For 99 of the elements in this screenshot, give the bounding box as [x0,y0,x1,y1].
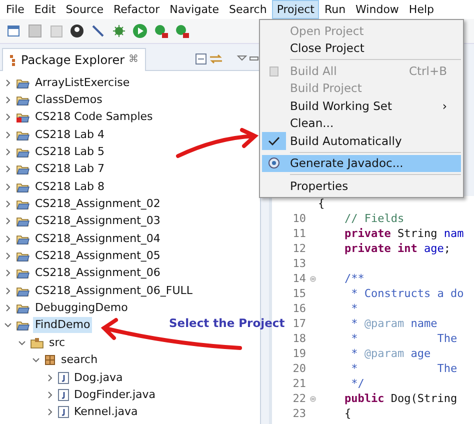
project-folder-icon [16,146,30,158]
line-number: 10 [292,212,306,225]
code-line: * @param name [350,317,438,330]
tree-item[interactable]: CS218 Lab 4 [33,126,107,143]
tree-item[interactable]: CS218_Assignment_06 [33,265,162,282]
tree-item[interactable]: ArrayListExercise [33,74,132,91]
menu-item[interactable]: Build Automatically [262,132,461,150]
stop-config-icon[interactable] [174,23,190,39]
tree-item[interactable]: CS218_Assignment_03 [33,213,162,230]
tree-item[interactable]: CS218_Assignment_04 [33,230,162,247]
code-line: * @param age [350,347,431,360]
tree-item[interactable]: CS218 Code Samples [33,109,155,126]
project-folder-icon [16,284,30,297]
line-number: 17 [292,317,306,330]
code-line: // Fields [343,212,404,225]
code-line: private int age; [343,242,450,255]
menu-item[interactable]: File [1,0,30,19]
annotation-text: Select the Project [169,316,285,330]
tree-item[interactable]: CS218 Lab 7 [33,161,107,178]
menu-item[interactable]: Run [319,0,351,19]
code-line: public Dog(String [343,392,458,405]
project-error-icon [16,111,30,124]
code-line: * Constructs a do [350,287,464,300]
tree-item[interactable]: DebuggingDemo [33,300,130,316]
line-number: 12 [292,242,306,255]
project-folder-icon [16,128,30,141]
checkmark-icon [268,136,280,146]
code-line: private String nam [343,227,464,240]
javadoc-icon [268,157,280,170]
tree-item[interactable]: CS218_Assignment_05 [33,248,162,264]
menu-item[interactable]: Window [350,0,404,19]
menu-item[interactable]: Refactor [108,0,165,19]
project-folder-icon [16,267,30,280]
line-number: 16 [292,302,306,315]
close-view-icon[interactable]: ⌘ [128,54,139,65]
source-folder-icon [30,336,44,349]
debug-icon[interactable] [111,23,127,39]
new-window-icon[interactable] [6,23,22,39]
tree-item[interactable]: src [47,334,68,351]
pin-icon[interactable] [90,23,106,39]
code-line: /** [343,272,364,285]
tree-item[interactable]: CS218_Assignment_06_FULL [33,282,195,299]
project-folder-icon [16,232,30,245]
menu-item[interactable]: Project [272,0,320,19]
line-number: 15 [292,287,306,300]
menu-item[interactable]: Close Project [262,40,461,57]
project-folder-icon [16,215,30,228]
tree-item[interactable]: Kennel.java [72,404,140,420]
tree-item[interactable]: CS218 Lab 8 [33,178,107,195]
menu-item[interactable]: Search [224,0,272,19]
menu-item[interactable]: Build Working Set › [262,97,461,114]
view-title: Package Explorer [21,52,125,66]
tree-item[interactable]: CS218 Lab 5 [33,144,107,160]
code-line: { [318,197,325,210]
menu-item[interactable]: Properties [262,177,461,194]
run-config-icon[interactable] [153,23,169,39]
project-folder-icon [16,180,30,193]
line-number: 20 [292,362,306,375]
line-number: 23 [292,407,306,420]
project-folder-icon [16,94,30,106]
line-number: 14 [292,272,306,285]
tree-item[interactable]: DogFinder.java [72,386,158,403]
project-folder-icon [16,302,30,314]
package-explorer-icon [9,54,17,66]
project-folder-icon [16,198,30,210]
menu-item[interactable]: Generate Javadoc... [262,154,461,172]
package-icon [44,354,56,366]
project-folder-icon [16,250,30,262]
tree-item[interactable]: Dog.java [72,370,125,386]
code-line: { [343,407,352,420]
code-line: * The [350,362,458,375]
project-folder-icon [16,76,30,89]
run-icon[interactable] [132,23,148,39]
menu-item[interactable]: Source [60,0,109,19]
java-file-icon [58,372,69,384]
menu-item[interactable]: Edit [29,0,61,19]
line-number: 19 [292,347,306,360]
java-file-icon [58,388,69,401]
menu-item[interactable]: Navigate [164,0,224,19]
build-icon [268,64,280,77]
code-line: * [350,302,358,315]
user-icon[interactable] [69,23,85,39]
java-file-icon [58,406,69,418]
collapse-all-icon[interactable] [194,51,208,67]
project-folder-icon [16,319,30,332]
tree-item[interactable]: ClassDemos [33,92,104,108]
menu-item[interactable]: Help [404,0,439,19]
line-number: 21 [292,377,306,390]
line-number: 11 [292,227,306,240]
code-line: */ [350,377,364,390]
line-number: 13 [292,257,306,270]
menu-item[interactable]: Clean... [262,114,461,132]
line-number: 18 [292,332,306,345]
tree-item[interactable]: search [59,352,100,368]
project-folder-icon [16,163,30,176]
line-number: 22 [292,392,306,405]
tree-item[interactable]: FindDemo [33,317,92,334]
tree-item[interactable]: CS218_Assignment_02 [33,196,162,212]
code-line: * The [350,332,458,345]
